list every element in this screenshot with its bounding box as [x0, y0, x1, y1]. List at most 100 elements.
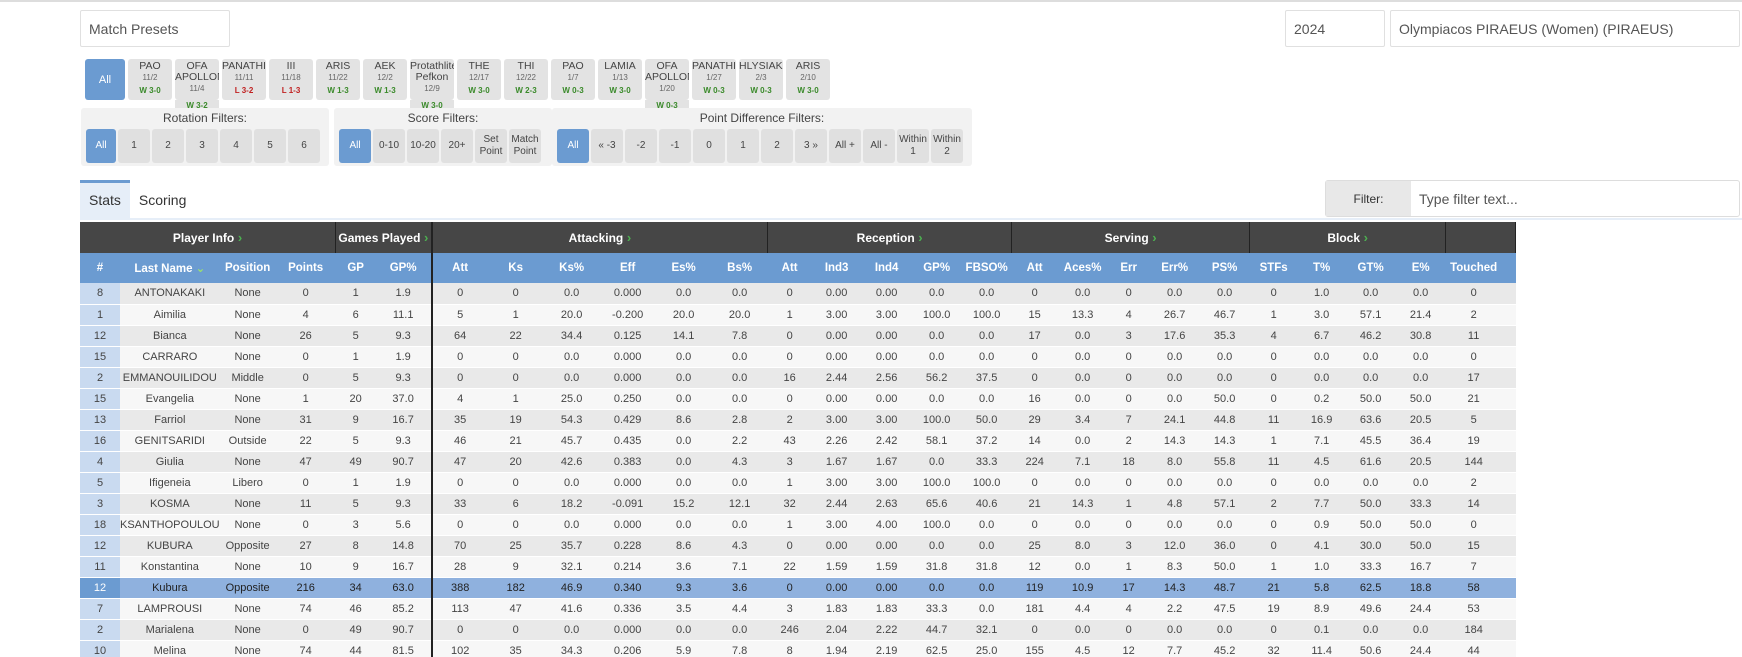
table-row[interactable]: 16 GENITSARIDI Outside 22 5 9.3 46 21 45.7 0.435 0…: [80, 430, 1516, 452]
match-chip[interactable]: PANATHIN1/27 W 0-3: [692, 59, 736, 100]
pointdiff-filter-button[interactable]: All -: [863, 129, 895, 163]
match-presets-select[interactable]: Match Presets: [80, 10, 230, 47]
column-header[interactable]: E%: [1395, 253, 1446, 283]
match-chip[interactable]: ARIS 11/22 W 1-3: [316, 59, 360, 100]
column-header[interactable]: GP%: [375, 253, 433, 283]
table-row[interactable]: 10 Melina None 74 44 81.5 102 35 34.3 0.206 5.9 7.8…: [80, 640, 1516, 657]
rotation-filter-button[interactable]: 6: [288, 129, 320, 163]
column-header[interactable]: Points: [275, 253, 336, 283]
column-header[interactable]: Att: [1011, 253, 1058, 283]
group-header[interactable]: Reception ›: [767, 222, 1013, 253]
rotation-filter-button[interactable]: 1: [118, 129, 150, 163]
column-header[interactable]: PS%: [1199, 253, 1250, 283]
table-row[interactable]: 1 Aimilia None 4 6 11.1 5 1 20.0 -0.200 20.0 20.0 1 3…: [80, 304, 1516, 326]
filter-input[interactable]: Type filter text...: [1411, 181, 1739, 216]
score-filter-button[interactable]: 20+: [441, 129, 473, 163]
match-chip[interactable]: THE 12/17 W 3-0: [457, 59, 501, 100]
pointdiff-filter-button[interactable]: Within 1: [897, 129, 929, 163]
group-header[interactable]: Attacking ›: [431, 222, 769, 253]
group-header[interactable]: Serving ›: [1011, 222, 1251, 253]
column-header[interactable]: Touched: [1445, 253, 1502, 283]
column-header[interactable]: Last Name ⌄: [120, 253, 220, 283]
column-header[interactable]: Att: [431, 253, 488, 283]
table-row[interactable]: 12 KUBURA Opposite 27 8 14.8 70 25 35.7 0.228 8.6 4…: [80, 535, 1516, 557]
pointdiff-filter-button[interactable]: -1: [659, 129, 691, 163]
table-row[interactable]: 13 Farriol None 31 9 16.7 35 19 54.3 0.429 8.6 2.8 2…: [80, 409, 1516, 431]
column-header[interactable]: Err%: [1149, 253, 1200, 283]
pointdiff-filter-button[interactable]: « -3: [591, 129, 623, 163]
table-row[interactable]: 2 EMMANOUILIDOU Middle 0 5 9.3 0 0 0.0 0.000 0.0 0.…: [80, 367, 1516, 389]
column-header[interactable]: T%: [1297, 253, 1346, 283]
column-header[interactable]: Position: [219, 253, 276, 283]
match-chip[interactable]: OFA APOLLON1/20W 0-3: [645, 59, 689, 111]
match-chip[interactable]: AEK 12/2 W 1-3: [363, 59, 407, 100]
tab-scoring[interactable]: Scoring: [130, 180, 195, 219]
column-header[interactable]: Ks%: [543, 253, 600, 283]
match-chip[interactable]: LAMIA 1/13 W 3-0: [598, 59, 642, 100]
table-row[interactable]: 4 Giulia None 47 49 90.7 47 20 42.6 0.383 0.0 4.3 3 1…: [80, 451, 1516, 473]
match-chip-all[interactable]: All: [85, 59, 125, 100]
table-row[interactable]: 7 LAMPROUSI None 74 46 85.2 113 47 41.6 0.336 3.5 4…: [80, 598, 1516, 620]
rotation-filter-button[interactable]: All: [86, 129, 116, 163]
rotation-filter-button[interactable]: 4: [220, 129, 252, 163]
score-filter-button[interactable]: Set Point: [475, 129, 507, 163]
year-select[interactable]: 2024: [1285, 10, 1385, 47]
table-row[interactable]: 3 KOSMA None 11 5 9.3 33 6 18.2 -0.091 15.2 12.1 32 2…: [80, 493, 1516, 515]
match-chip[interactable]: PAO 11/2 W 3-0: [128, 59, 172, 100]
pointdiff-filter-button[interactable]: All +: [829, 129, 861, 163]
column-header[interactable]: [1501, 253, 1516, 283]
pointdiff-filter-button[interactable]: Within 2: [931, 129, 963, 163]
match-chip[interactable]: Protathlite Pefkon 12/9 W 3-0: [410, 59, 454, 111]
score-filter-button[interactable]: Match Point: [509, 129, 541, 163]
group-header[interactable]: Block ›: [1249, 222, 1447, 253]
match-chip[interactable]: PANATHIN11/11 L 3-2: [222, 59, 266, 100]
pointdiff-filter-button[interactable]: 2: [761, 129, 793, 163]
match-chip[interactable]: OFA APOLLON11/4W 3-2: [175, 59, 219, 111]
table-row[interactable]: 8 ANTONAKAKI None 0 1 1.9 0 0 0.0 0.000 0.0 0.0 0 0.0…: [80, 283, 1516, 305]
column-header[interactable]: #: [80, 253, 120, 283]
column-header[interactable]: Ind3: [811, 253, 862, 283]
table-row[interactable]: 15 CARRARO None 0 1 1.9 0 0 0.0 0.000 0.0 0.0 0 0.00 0…: [80, 346, 1516, 368]
group-header[interactable]: Player Info ›: [80, 222, 337, 253]
match-chip[interactable]: THI 12/22 W 2-3: [504, 59, 548, 100]
column-header[interactable]: Ks: [487, 253, 544, 283]
column-header[interactable]: FBSO%: [961, 253, 1012, 283]
column-header[interactable]: GP: [335, 253, 376, 283]
group-header[interactable]: Games Played ›: [335, 222, 433, 253]
column-header[interactable]: Es%: [655, 253, 712, 283]
pointdiff-filter-button[interactable]: -2: [625, 129, 657, 163]
table-row[interactable]: 15 Evangelia None 1 20 37.0 4 1 25.0 0.250 0.0 0.0 0…: [80, 388, 1516, 410]
match-chip[interactable]: ARIS 2/10 W 3-0: [786, 59, 830, 100]
table-row[interactable]: 11 Konstantina None 10 9 16.7 28 9 32.1 0.214 3.6 7…: [80, 556, 1516, 578]
tab-stats[interactable]: Stats: [80, 180, 130, 219]
match-chip[interactable]: HLYSIAKO2/3 W 0-3: [739, 59, 783, 100]
group-header[interactable]: [1445, 222, 1517, 253]
table-row[interactable]: 18 KSANTHOPOULOU None 0 3 5.6 0 0 0.0 0.000 0.0 0.0…: [80, 514, 1516, 536]
column-header[interactable]: Eff: [599, 253, 656, 283]
pointdiff-filter-button[interactable]: 1: [727, 129, 759, 163]
rotation-filter-button[interactable]: 3: [186, 129, 218, 163]
score-filter-button[interactable]: 10-20: [407, 129, 439, 163]
column-header[interactable]: Aces%: [1057, 253, 1108, 283]
table-row[interactable]: 5 Ifigeneia Libero 0 1 1.9 0 0 0.0 0.000 0.0 0.0 1 3.…: [80, 472, 1516, 494]
pointdiff-filter-button[interactable]: 3 »: [795, 129, 827, 163]
score-filter-button[interactable]: All: [339, 129, 371, 163]
table-row[interactable]: 2 Marialena None 0 49 90.7 0 0 0.0 0.000 0.0 0.0 246…: [80, 619, 1516, 641]
table-row[interactable]: 12 Bianca None 26 5 9.3 64 22 34.4 0.125 14.1 7.8 0 0…: [80, 325, 1516, 347]
match-chip[interactable]: PAO 1/7 W 0-3: [551, 59, 595, 100]
column-header[interactable]: STFs: [1249, 253, 1298, 283]
column-header[interactable]: GT%: [1345, 253, 1396, 283]
rotation-filter-button[interactable]: 2: [152, 129, 184, 163]
match-chip[interactable]: III 11/18 L 1-3: [269, 59, 313, 100]
pointdiff-filter-button[interactable]: 0: [693, 129, 725, 163]
column-header[interactable]: Bs%: [711, 253, 768, 283]
pointdiff-filter-button[interactable]: All: [557, 129, 589, 163]
team-select[interactable]: Olympiacos PIRAEUS (Women) (PIRAEUS): [1390, 10, 1740, 47]
column-header[interactable]: Ind4: [861, 253, 912, 283]
score-filter-button[interactable]: 0-10: [373, 129, 405, 163]
rotation-filter-button[interactable]: 5: [254, 129, 286, 163]
column-header[interactable]: Att: [767, 253, 812, 283]
column-header[interactable]: Err: [1107, 253, 1150, 283]
table-row[interactable]: 12 Kubura Opposite 216 34 63.0 388 182 46.9 0.340…: [80, 577, 1516, 599]
column-header[interactable]: GP%: [911, 253, 962, 283]
